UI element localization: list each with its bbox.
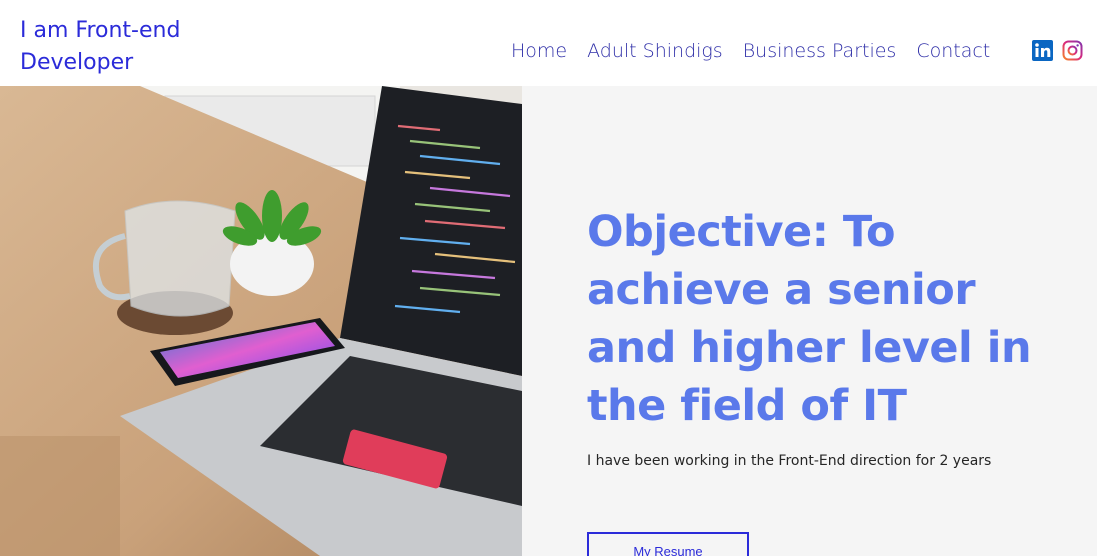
desk-shadow xyxy=(0,436,120,556)
nav-adult-shindigs[interactable]: Adult Shindigs xyxy=(587,38,723,64)
instagram-icon[interactable] xyxy=(1062,40,1083,61)
main-nav: Home Adult Shindigs Business Parties Con… xyxy=(511,38,1010,64)
laptop-desk-illustration xyxy=(0,86,522,556)
hero-subline: I have been working in the Front-End dir… xyxy=(587,453,992,469)
laptop-desk-photo xyxy=(0,86,522,556)
site-header: I am Front-end Developer Home Adult Shin… xyxy=(0,0,1097,86)
hero-panel: Objective: To achieve a senior and highe… xyxy=(522,86,1097,556)
linkedin-icon[interactable] xyxy=(1032,40,1053,61)
site-title-line-1: I am Front-end xyxy=(20,18,181,43)
nav-business-parties[interactable]: Business Parties xyxy=(743,38,897,64)
glass-mug xyxy=(124,200,236,317)
site-title[interactable]: I am Front-end Developer xyxy=(20,15,250,79)
resume-button[interactable]: My Resume xyxy=(587,532,749,556)
nav-home[interactable]: Home xyxy=(511,38,567,64)
social-bar xyxy=(1032,40,1083,61)
nav-contact[interactable]: Contact xyxy=(916,38,990,64)
hero-headline: Objective: To achieve a senior and highe… xyxy=(587,207,1032,431)
site-title-line-2: Developer xyxy=(20,50,134,75)
